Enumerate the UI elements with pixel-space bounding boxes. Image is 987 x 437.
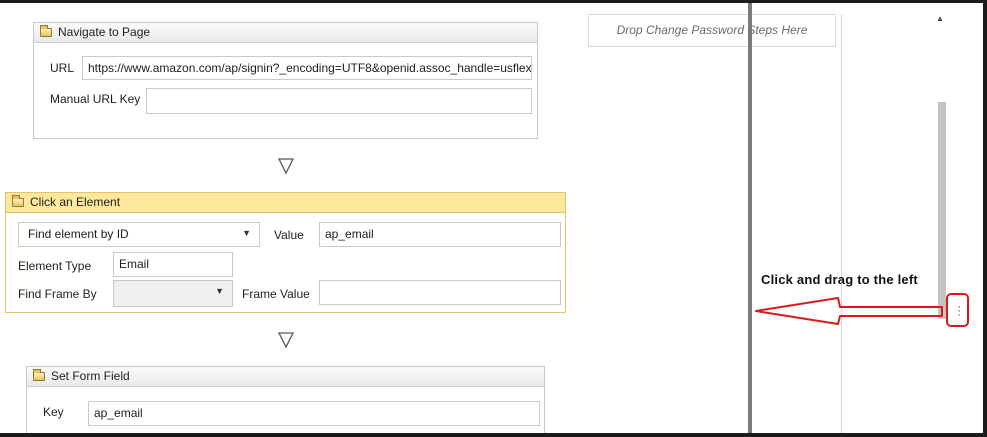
click-card-header[interactable]: Click an Element xyxy=(6,193,565,213)
key-label: Key xyxy=(43,405,64,419)
frame-value-label: Frame Value xyxy=(242,287,310,301)
find-frame-by-label: Find Frame By xyxy=(18,287,97,301)
value-input[interactable]: ap_email xyxy=(319,222,561,247)
element-type-label: Element Type xyxy=(18,259,92,273)
element-type-input[interactable]: Email xyxy=(113,252,233,277)
window-right-border xyxy=(983,0,987,437)
folder-icon xyxy=(40,25,52,37)
scroll-up-arrow-icon[interactable]: ▲ xyxy=(936,14,944,23)
click-card-title: Click an Element xyxy=(30,195,121,209)
set-form-card-header[interactable]: Set Form Field xyxy=(27,367,544,387)
panel-separator-line xyxy=(841,14,842,433)
chevron-down-icon: ▼ xyxy=(242,228,251,238)
manual-url-key-input[interactable] xyxy=(146,88,532,114)
left-arrow-icon xyxy=(755,297,943,325)
url-input[interactable]: https://www.amazon.com/ap/signin?_encodi… xyxy=(82,56,532,80)
frame-value-input[interactable] xyxy=(319,280,561,305)
find-element-by-value: Find element by ID xyxy=(28,227,129,241)
set-form-field-card[interactable]: Set Form Field Key ap_email xyxy=(26,366,545,437)
manual-url-key-label: Manual URL Key xyxy=(50,92,141,106)
window-bottom-border xyxy=(0,433,987,437)
find-frame-by-dropdown[interactable]: ▼ xyxy=(113,280,233,307)
set-form-card-title: Set Form Field xyxy=(51,369,130,383)
drag-hint-callout: Click and drag to the left xyxy=(761,272,918,287)
folder-icon xyxy=(33,369,45,381)
find-element-by-dropdown[interactable]: Find element by ID ▼ xyxy=(18,222,260,247)
click-an-element-card[interactable]: Click an Element Find element by ID ▼ Va… xyxy=(5,192,566,313)
vertical-scrollbar-thumb[interactable] xyxy=(938,102,946,319)
key-input[interactable]: ap_email xyxy=(88,401,540,426)
folder-icon xyxy=(12,195,24,207)
flow-arrow-icon xyxy=(277,158,295,175)
window-top-border xyxy=(0,0,987,3)
navigate-card-header[interactable]: Navigate to Page xyxy=(34,23,537,43)
panel-splitter[interactable] xyxy=(748,3,752,433)
grip-dots-icon: · · · xyxy=(957,299,961,321)
value-label: Value xyxy=(274,228,304,242)
drag-handle[interactable]: · · · xyxy=(946,293,969,327)
flow-arrow-icon xyxy=(277,332,295,349)
navigate-to-page-card[interactable]: Navigate to Page URL https://www.amazon.… xyxy=(33,22,538,139)
chevron-down-icon: ▼ xyxy=(215,286,224,296)
url-label: URL xyxy=(50,61,75,75)
drop-zone[interactable]: Drop Change Password Steps Here xyxy=(588,14,836,47)
navigate-card-title: Navigate to Page xyxy=(58,25,151,39)
